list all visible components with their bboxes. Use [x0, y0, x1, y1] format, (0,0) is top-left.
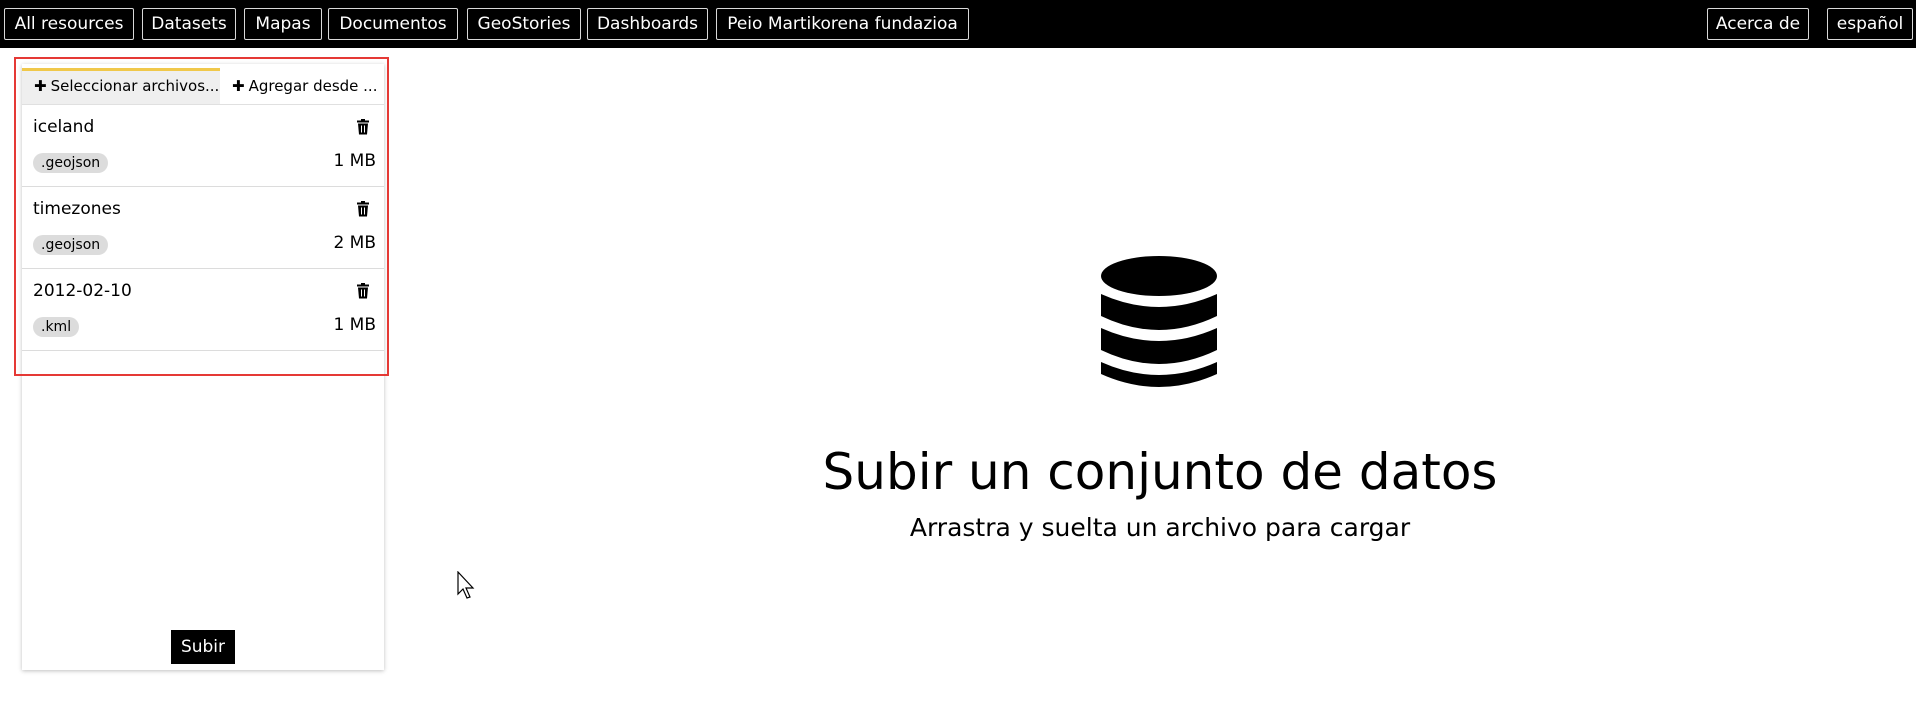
file-type-badge: .kml — [33, 317, 80, 337]
tab-select-files[interactable]: ✚ Seleccionar archivos... — [22, 68, 220, 104]
nav-about[interactable]: Acerca de — [1707, 8, 1809, 40]
nav-datasets[interactable]: Datasets — [142, 8, 236, 40]
plus-icon: ✚ — [34, 77, 47, 95]
upload-tabs: ✚ Seleccionar archivos... ✚ Agregar desde … — [22, 68, 384, 105]
dropzone-subtitle: Arrastra y suelta un archivo para cargar — [909, 513, 1411, 542]
trash-icon[interactable] — [356, 201, 370, 217]
dropzone-title: Subir un conjunto de datos — [822, 443, 1498, 501]
plus-icon: ✚ — [232, 77, 245, 95]
file-name: iceland — [33, 117, 95, 137]
submit-button[interactable]: Subir — [171, 630, 235, 664]
nav-all-resources[interactable]: All resources — [4, 8, 134, 40]
file-item: 2012-02-10 .kml 1 MB — [22, 269, 384, 351]
trash-icon[interactable] — [356, 119, 370, 135]
file-size: 2 MB — [333, 233, 376, 253]
file-item: iceland .geojson 1 MB — [22, 105, 384, 187]
tab-select-files-label: Seleccionar archivos... — [50, 77, 220, 95]
nav-mapas[interactable]: Mapas — [244, 8, 322, 40]
file-type-badge: .geojson — [33, 153, 109, 173]
nav-peio-martikorena[interactable]: Peio Martikorena fundazioa — [716, 8, 969, 40]
nav-dashboards[interactable]: Dashboards — [587, 8, 708, 40]
file-size: 1 MB — [333, 151, 376, 171]
language-selector[interactable]: español — [1827, 8, 1913, 40]
tab-add-from-label: Agregar desde ... — [248, 77, 378, 95]
file-name: timezones — [33, 199, 121, 219]
file-type-badge: .geojson — [33, 235, 109, 255]
file-item: timezones .geojson 2 MB — [22, 187, 384, 269]
file-size: 1 MB — [333, 315, 376, 335]
nav-geostories[interactable]: GeoStories — [467, 8, 581, 40]
file-name: 2012-02-10 — [33, 281, 132, 301]
database-icon — [1101, 256, 1217, 387]
upload-panel: ✚ Seleccionar archivos... ✚ Agregar desde … — [22, 64, 384, 670]
nav-documentos[interactable]: Documentos — [328, 8, 458, 40]
tab-add-from[interactable]: ✚ Agregar desde ... — [226, 68, 384, 104]
top-navbar: All resources Datasets Mapas Documentos … — [0, 0, 1916, 48]
trash-icon[interactable] — [356, 283, 370, 299]
mouse-cursor-icon — [457, 571, 475, 599]
